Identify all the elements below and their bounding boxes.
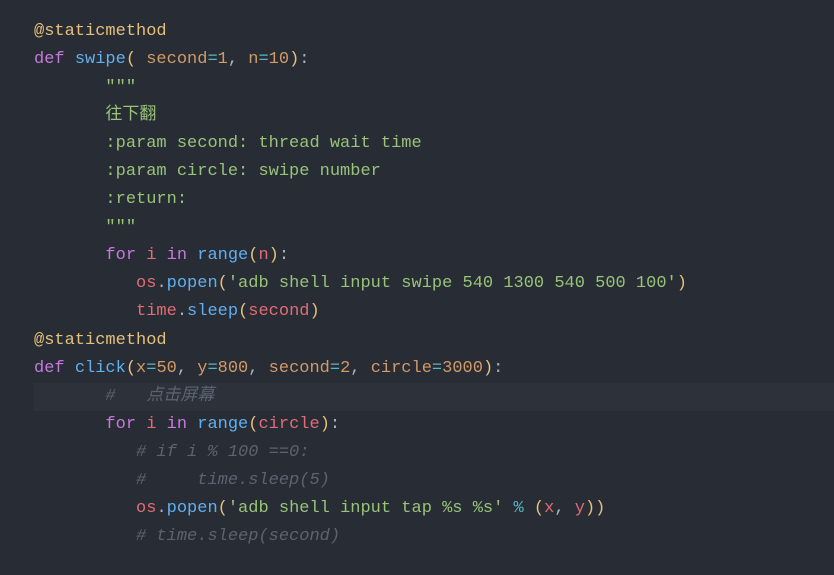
open-paren: ( — [126, 50, 136, 69]
code-line[interactable]: :param circle: swipe number — [34, 158, 834, 186]
docstring-text: 往下翻 — [105, 106, 156, 125]
code-line[interactable]: os.popen('adb shell input tap %s %s' % (… — [34, 495, 834, 523]
code-line[interactable]: """ — [34, 74, 834, 102]
string-literal: 'adb shell input tap %s %s' — [228, 499, 503, 518]
method-call: popen — [167, 499, 218, 518]
code-line[interactable]: os.popen('adb shell input swipe 540 1300… — [34, 270, 834, 298]
docstring-text: :param circle: swipe number — [105, 162, 380, 181]
decorator: @staticmethod — [34, 331, 167, 350]
code-line[interactable]: for i in range(n): — [34, 242, 834, 270]
docstring-quote: """ — [105, 78, 136, 97]
docstring-text: :param second: thread wait time — [105, 134, 421, 153]
code-line[interactable]: # if i % 100 ==0: — [34, 439, 834, 467]
code-line[interactable]: def click(x=50, y=800, second=2, circle=… — [34, 355, 834, 383]
keyword-in: in — [167, 246, 187, 265]
code-line[interactable]: def swipe( second=1, n=10): — [34, 46, 834, 74]
docstring-text: :return: — [105, 190, 187, 209]
code-line[interactable]: @staticmethod — [34, 327, 834, 355]
code-line[interactable]: # time.sleep(5) — [34, 467, 834, 495]
parameter: second — [136, 50, 207, 69]
string-literal: 'adb shell input swipe 540 1300 540 500 … — [228, 274, 677, 293]
function-name: click — [75, 359, 126, 378]
decorator: @staticmethod — [34, 22, 167, 41]
keyword-for: for — [105, 246, 136, 265]
code-editor[interactable]: @staticmethod def swipe( second=1, n=10)… — [34, 18, 834, 551]
keyword-def: def — [34, 359, 65, 378]
close-paren: ) — [289, 50, 299, 69]
code-line[interactable]: # time.sleep(second) — [34, 523, 834, 551]
comment: # time.sleep(second) — [136, 527, 340, 546]
code-line-highlighted[interactable]: # 点击屏幕 — [34, 383, 834, 411]
code-line[interactable]: @staticmethod — [34, 18, 834, 46]
keyword-def: def — [34, 50, 65, 69]
comment: # 点击屏幕 — [105, 387, 214, 406]
code-line[interactable]: for i in range(circle): — [34, 411, 834, 439]
code-line[interactable]: :return: — [34, 186, 834, 214]
keyword-in: in — [167, 415, 187, 434]
code-line[interactable]: :param second: thread wait time — [34, 130, 834, 158]
docstring-quote: """ — [105, 218, 136, 237]
method-call: popen — [167, 274, 218, 293]
method-call: sleep — [187, 302, 238, 321]
code-line[interactable]: time.sleep(second) — [34, 298, 834, 326]
function-name: swipe — [75, 50, 126, 69]
keyword-for: for — [105, 415, 136, 434]
code-line[interactable]: 往下翻 — [34, 102, 834, 130]
comment: # time.sleep(5) — [136, 471, 330, 490]
parameter: n — [248, 50, 258, 69]
code-line[interactable]: """ — [34, 214, 834, 242]
comment: # if i % 100 ==0: — [136, 443, 309, 462]
